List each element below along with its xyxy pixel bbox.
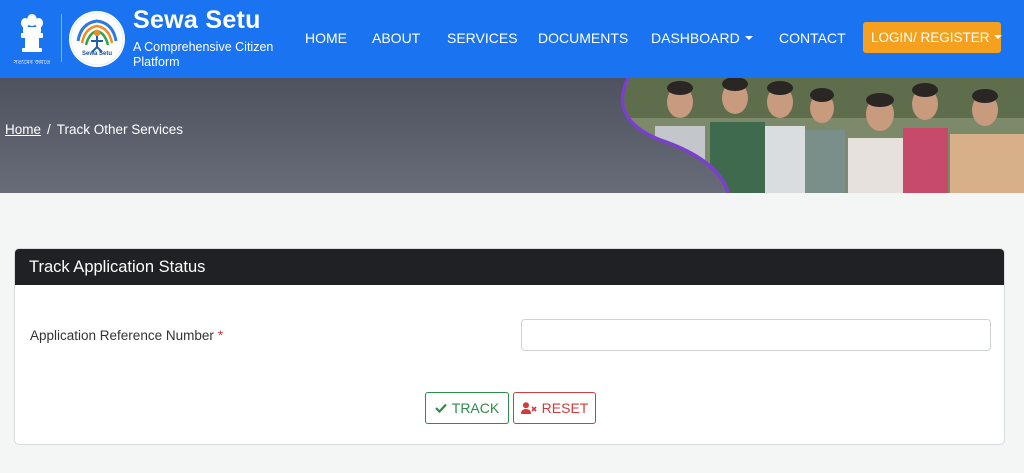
card-header: Track Application Status bbox=[15, 249, 1004, 285]
sewa-setu-logo[interactable]: Sewa Setu bbox=[69, 11, 125, 67]
reference-number-label: Application Reference Number * bbox=[30, 328, 223, 343]
card-title: Track Application Status bbox=[29, 258, 206, 276]
caret-down-icon bbox=[744, 36, 753, 41]
sewa-setu-logo-icon bbox=[70, 12, 124, 66]
emblem-caption: সত্যমেব জয়তে bbox=[13, 60, 51, 66]
breadcrumb-current: Track Other Services bbox=[56, 122, 184, 137]
reference-number-label-text: Application Reference Number bbox=[30, 328, 214, 343]
top-navigation-bar: সত্যমেব জয়তে Sewa Setu Sewa Setu A Comp… bbox=[0, 0, 1024, 78]
reset-button[interactable]: RESET bbox=[513, 392, 596, 424]
nav-dashboard-label: DASHBOARD bbox=[651, 30, 740, 46]
nav-home[interactable]: HOME bbox=[305, 30, 347, 46]
track-button[interactable]: TRACK bbox=[425, 392, 509, 424]
breadcrumb: Home / Track Other Services bbox=[5, 122, 183, 137]
page-banner: Home / Track Other Services bbox=[0, 78, 1024, 193]
logo-caption: Sewa Setu bbox=[81, 51, 112, 57]
reset-button-label: RESET bbox=[541, 400, 589, 416]
header-divider bbox=[61, 14, 62, 62]
breadcrumb-separator: / bbox=[47, 122, 51, 137]
login-register-button[interactable]: LOGIN/ REGISTER bbox=[863, 22, 1002, 53]
login-register-label: LOGIN/ REGISTER bbox=[871, 30, 990, 45]
breadcrumb-home-link[interactable]: Home bbox=[5, 122, 41, 137]
nav-about[interactable]: ABOUT bbox=[372, 30, 420, 46]
nav-dashboard[interactable]: DASHBOARD bbox=[651, 30, 753, 46]
track-status-card: Track Application Status Application Ref… bbox=[14, 248, 1005, 445]
nav-documents[interactable]: DOCUMENTS bbox=[538, 30, 628, 46]
brand-subtitle: A Comprehensive Citizen Platform bbox=[133, 40, 274, 69]
check-icon bbox=[434, 403, 447, 413]
reference-number-input[interactable] bbox=[521, 319, 991, 351]
user-times-icon bbox=[520, 402, 537, 414]
caret-down-icon bbox=[993, 35, 1002, 40]
track-button-label: TRACK bbox=[451, 400, 500, 416]
nav-services[interactable]: SERVICES bbox=[447, 30, 518, 46]
brand-title: Sewa Setu bbox=[133, 6, 261, 34]
nav-contact[interactable]: CONTACT bbox=[779, 30, 846, 46]
required-marker: * bbox=[217, 328, 224, 343]
